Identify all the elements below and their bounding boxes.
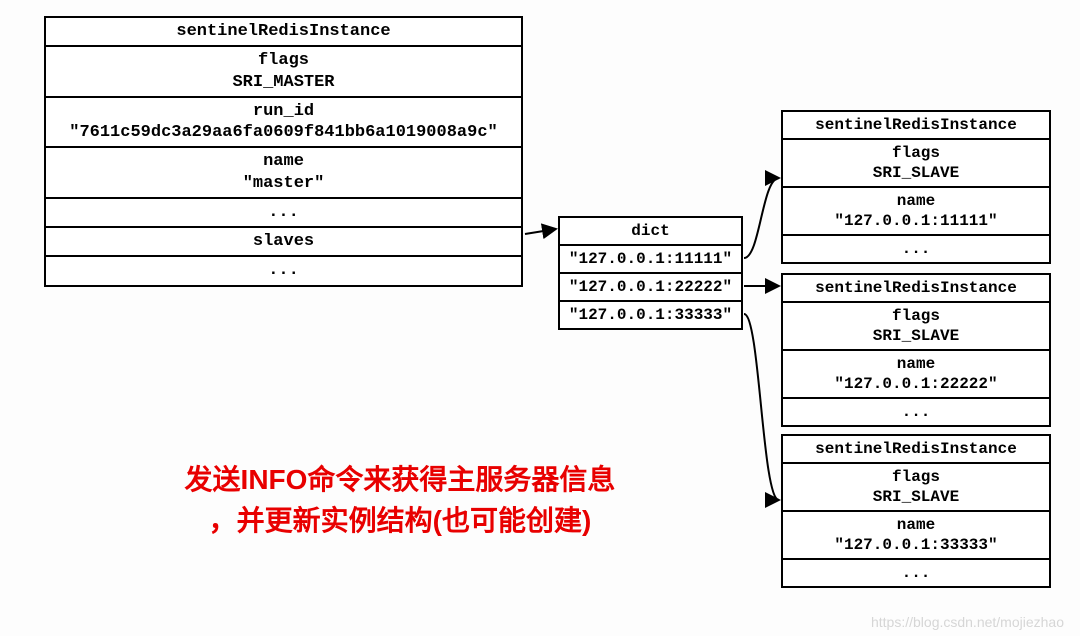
slave1-title: sentinelRedisInstance	[783, 112, 1049, 140]
slave2-ellipsis: ...	[783, 399, 1049, 425]
slave3-title: sentinelRedisInstance	[783, 436, 1049, 464]
master-runid: run_id "7611c59dc3a29aa6fa0609f841bb6a10…	[46, 98, 521, 149]
master-ellipsis-2: ...	[46, 257, 521, 284]
slave2-box: sentinelRedisInstance flags SRI_SLAVE na…	[781, 273, 1051, 427]
dict-title: dict	[560, 218, 741, 246]
dict-key-1: "127.0.0.1:11111"	[560, 246, 741, 274]
slave3-box: sentinelRedisInstance flags SRI_SLAVE na…	[781, 434, 1051, 588]
watermark: https://blog.csdn.net/mojiezhao	[871, 614, 1064, 630]
master-slaves-label: slaves	[46, 228, 521, 257]
caption-text: 发送INFO命令来获得主服务器信息 ，并更新实例结构(也可能创建)	[140, 460, 660, 541]
slave2-title: sentinelRedisInstance	[783, 275, 1049, 303]
slave2-name: name "127.0.0.1:22222"	[783, 351, 1049, 399]
slave1-flags: flags SRI_SLAVE	[783, 140, 1049, 188]
slave3-ellipsis: ...	[783, 560, 1049, 586]
master-title: sentinelRedisInstance	[46, 18, 521, 47]
slave3-flags: flags SRI_SLAVE	[783, 464, 1049, 512]
slave3-name: name "127.0.0.1:33333"	[783, 512, 1049, 560]
dict-box: dict "127.0.0.1:11111" "127.0.0.1:22222"…	[558, 216, 743, 330]
slave1-box: sentinelRedisInstance flags SRI_SLAVE na…	[781, 110, 1051, 264]
dict-key-2: "127.0.0.1:22222"	[560, 274, 741, 302]
arrow-master-to-dict	[525, 229, 556, 234]
master-name: name "master"	[46, 148, 521, 199]
arrow-dict-to-slave3	[744, 314, 779, 500]
master-box: sentinelRedisInstance flags SRI_MASTER r…	[44, 16, 523, 287]
slave2-flags: flags SRI_SLAVE	[783, 303, 1049, 351]
master-flags: flags SRI_MASTER	[46, 47, 521, 98]
slave1-name: name "127.0.0.1:11111"	[783, 188, 1049, 236]
arrow-dict-to-slave1	[744, 178, 779, 258]
master-ellipsis-1: ...	[46, 199, 521, 228]
slave1-ellipsis: ...	[783, 236, 1049, 262]
dict-key-3: "127.0.0.1:33333"	[560, 302, 741, 328]
